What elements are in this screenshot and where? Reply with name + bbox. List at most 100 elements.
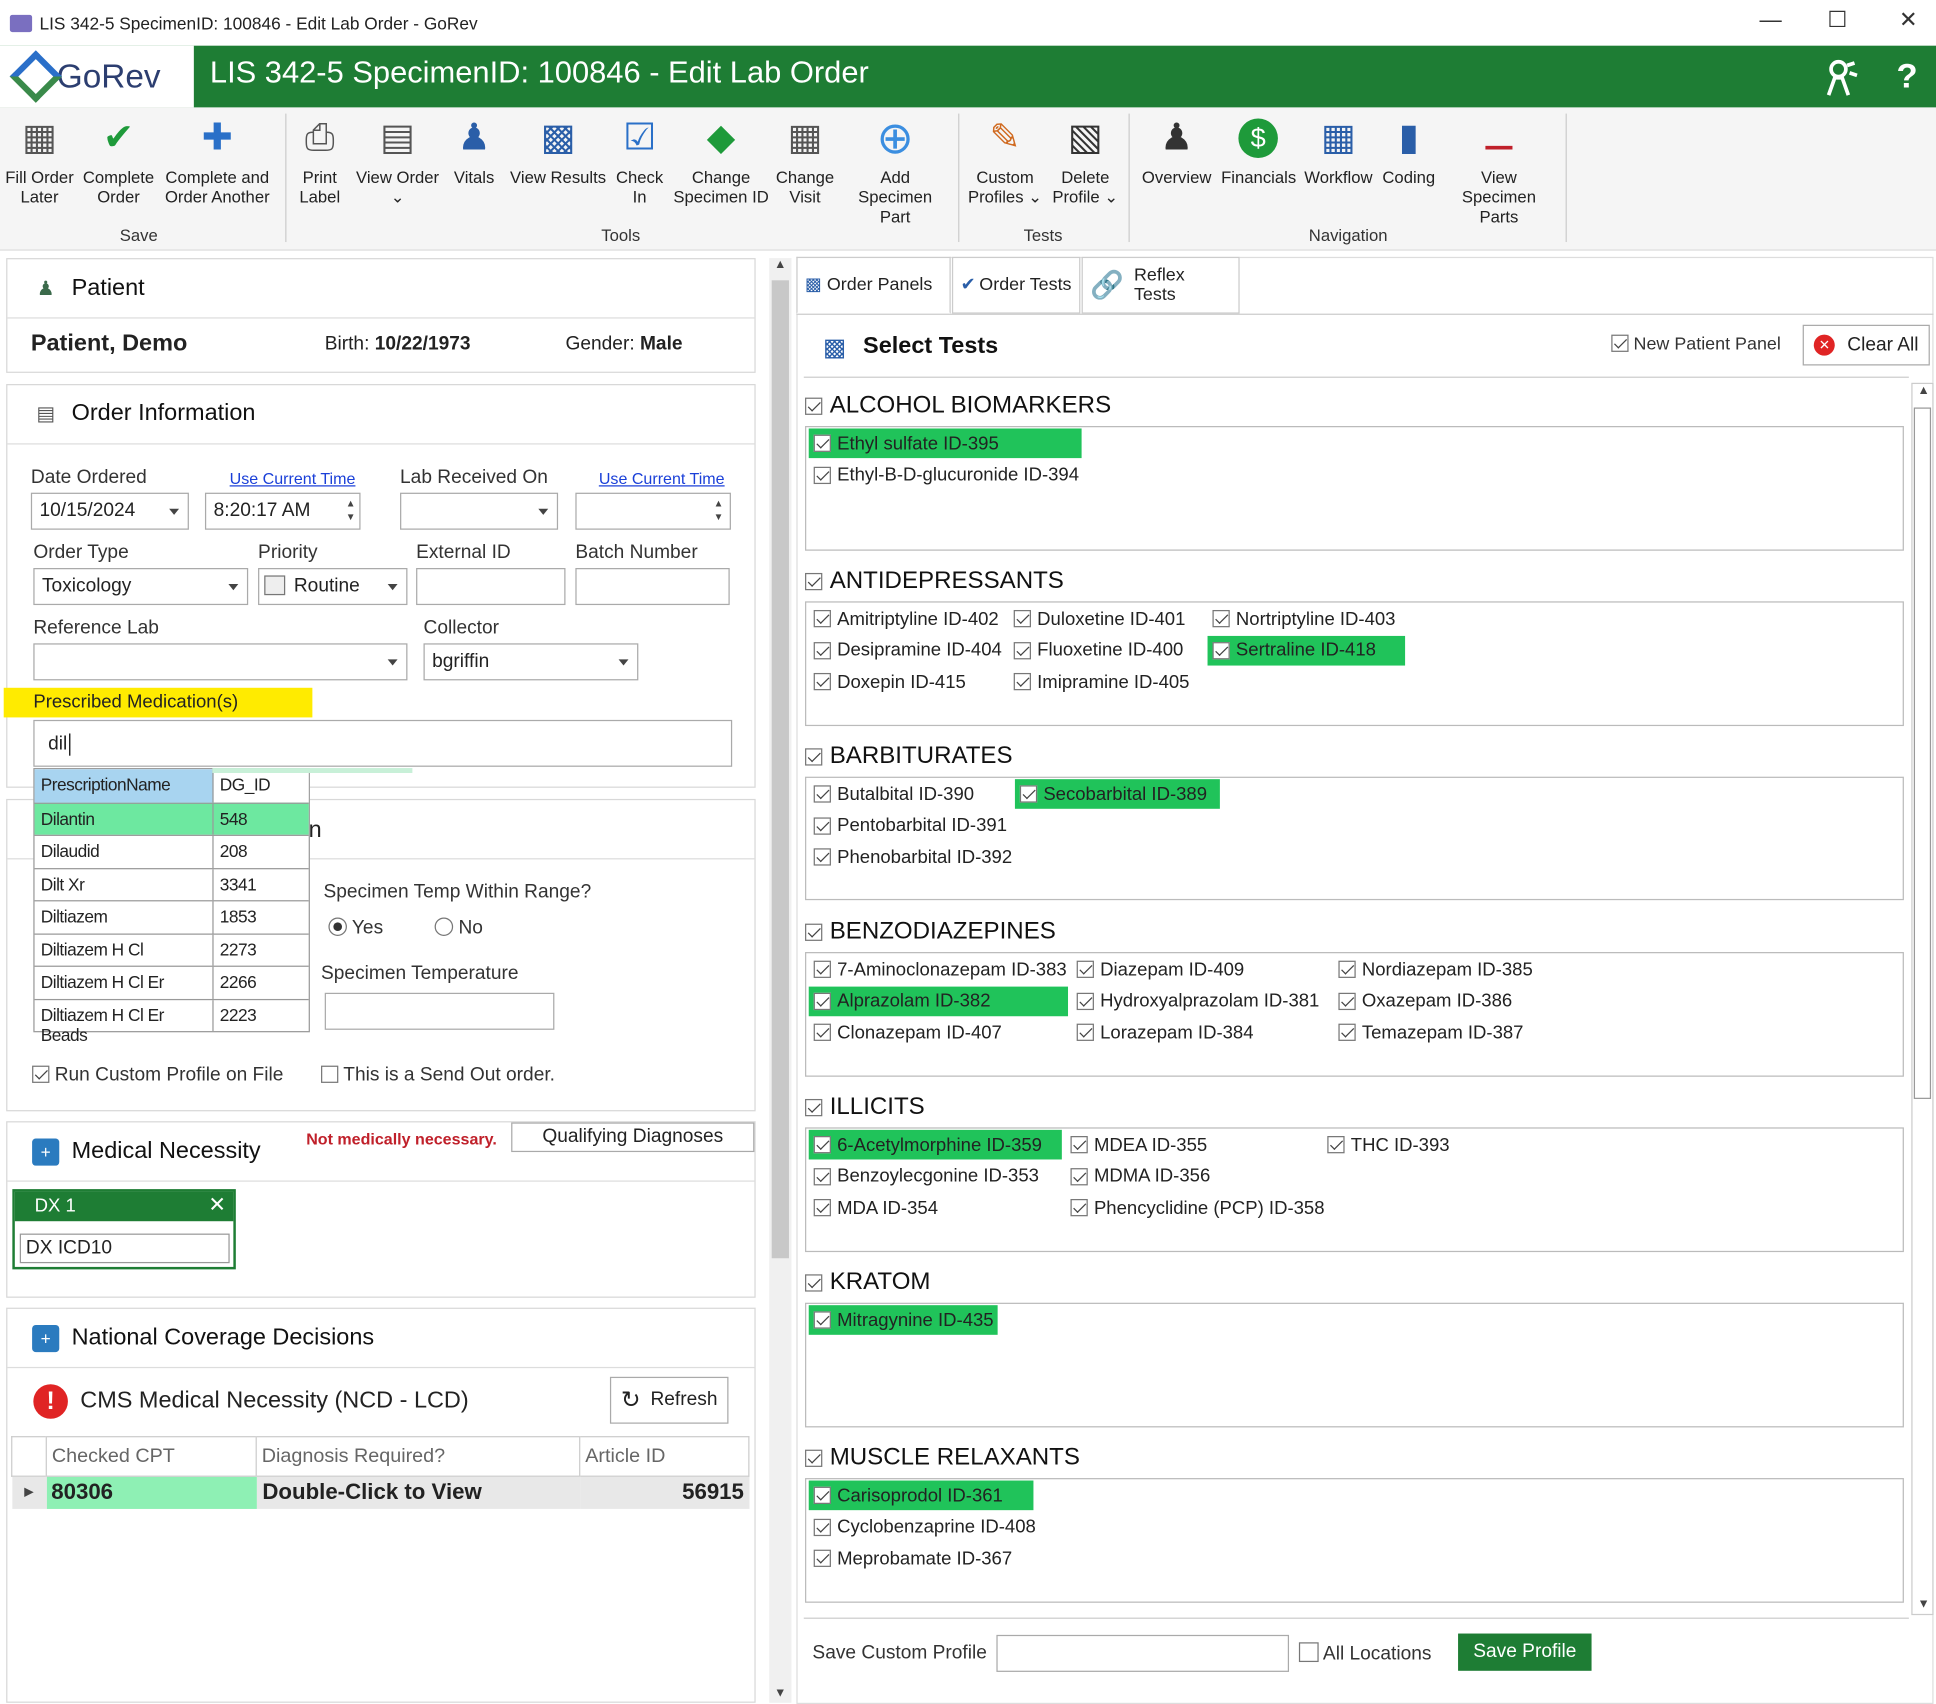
tests-scrollbar[interactable]: ▲ ▼ xyxy=(1911,382,1934,1616)
left-panel-scrollbar[interactable]: ▲ ▼ xyxy=(769,258,792,1703)
reference-lab-select[interactable] xyxy=(33,643,408,681)
test-checkbox[interactable]: Oxazepam ID-386 xyxy=(1333,986,1512,1016)
dx-icd10-input[interactable]: DX ICD10 xyxy=(19,1233,230,1264)
ribbon-button-check-7[interactable]: ☑ Check In xyxy=(614,114,666,208)
use-current-time-link[interactable]: Use Current Time xyxy=(230,469,356,488)
test-checkbox[interactable]: MDEA ID-355 xyxy=(1066,1130,1207,1160)
ribbon-button-complete-and-2[interactable]: ✚ Complete and Order Another xyxy=(162,114,273,208)
time-spinner-icon[interactable]: ▲ ▼ xyxy=(346,496,356,523)
temp-no-radio[interactable]: No xyxy=(434,917,483,939)
lab-received-date-input[interactable] xyxy=(400,492,559,530)
test-checkbox[interactable]: Cyclobenzaprine ID-408 xyxy=(809,1512,1036,1542)
ribbon-button-view-specimen-17[interactable]: ⚊ View Specimen Parts xyxy=(1442,114,1556,228)
test-checkbox[interactable]: Imipramine ID-405 xyxy=(1009,667,1189,697)
test-checkbox[interactable]: Hydroxyalprazolam ID-381 xyxy=(1072,986,1319,1016)
ribbon-button-change-8[interactable]: ◆ Change Specimen ID xyxy=(673,114,769,208)
ribbon-button-delete-12[interactable]: ▧ Delete Profile ⌄ xyxy=(1052,114,1119,208)
test-checkbox[interactable]: Lorazepam ID-384 xyxy=(1072,1018,1254,1048)
help-icon[interactable]: ? xyxy=(1896,57,1917,97)
test-checkbox[interactable]: THC ID-393 xyxy=(1322,1130,1450,1160)
ribbon-button-vitals-5[interactable]: ♟ Vitals xyxy=(449,114,498,188)
table-row[interactable]: ▶ 80306 Double-Click to View 56915 xyxy=(11,1476,749,1509)
send-out-order-checkbox[interactable]: This is a Send Out order. xyxy=(321,1064,555,1086)
test-checkbox[interactable]: Duloxetine ID-401 xyxy=(1009,604,1185,634)
test-checkbox[interactable]: 7-Aminoclonazepam ID-383 xyxy=(809,955,1067,985)
collector-select[interactable]: bgriffin xyxy=(423,643,639,681)
users-icon[interactable] xyxy=(1825,58,1860,98)
ribbon-button-custom-11[interactable]: ✎ Custom Profiles ⌄ xyxy=(967,114,1044,208)
ribbon-button-financials-14[interactable]: $ Financials xyxy=(1221,114,1296,188)
ribbon-button-print-3[interactable]: ⎙ Print Label xyxy=(294,114,346,208)
test-group-header[interactable]: ANTIDEPRESSANTS xyxy=(805,567,1064,595)
test-checkbox[interactable]: Sertraline ID-418 xyxy=(1207,635,1406,666)
external-id-input[interactable] xyxy=(416,568,566,606)
ribbon-button-add-specimen-10[interactable]: ⊕ Add Specimen Part xyxy=(842,114,948,228)
time-spinner-icon-2[interactable]: ▲ ▼ xyxy=(714,496,724,523)
test-checkbox[interactable]: Diazepam ID-409 xyxy=(1072,955,1244,985)
test-checkbox[interactable]: Doxepin ID-415 xyxy=(809,667,966,697)
save-profile-button[interactable]: Save Profile xyxy=(1458,1633,1592,1671)
test-checkbox[interactable]: Benzoylecgonine ID-353 xyxy=(809,1161,1039,1191)
minimize-button[interactable]: — xyxy=(1759,7,1781,33)
test-group-header[interactable]: KRATOM xyxy=(805,1268,931,1296)
date-ordered-input[interactable]: 10/15/2024 xyxy=(30,492,189,530)
batch-number-input[interactable] xyxy=(575,568,730,606)
autocomplete-option[interactable]: Diltiazem H Cl Er 2266 xyxy=(34,965,309,999)
specimen-temperature-input[interactable] xyxy=(324,992,555,1030)
lab-received-time-input[interactable] xyxy=(575,492,731,530)
test-checkbox[interactable]: Desipramine ID-404 xyxy=(809,635,1002,665)
ribbon-button-overview-13[interactable]: ♟ Overview xyxy=(1137,114,1216,188)
autocomplete-option[interactable]: Dilt Xr 3341 xyxy=(34,867,309,901)
autocomplete-option[interactable]: Diltiazem H Cl 2273 xyxy=(34,932,309,966)
ribbon-button-view-results-6[interactable]: ▩ View Results xyxy=(509,114,608,188)
clear-all-button[interactable]: ✕ Clear All xyxy=(1802,324,1930,366)
new-patient-panel-checkbox[interactable]: New Patient Panel xyxy=(1611,334,1781,354)
test-checkbox[interactable]: Amitriptyline ID-402 xyxy=(809,604,999,634)
test-checkbox[interactable]: Pentobarbital ID-391 xyxy=(809,811,1007,841)
time-ordered-input[interactable]: 8:20:17 AM xyxy=(204,492,361,530)
all-locations-checkbox[interactable]: All Locations xyxy=(1298,1642,1431,1665)
refresh-button[interactable]: ↻ Refresh xyxy=(609,1376,729,1424)
test-checkbox[interactable]: Fluoxetine ID-400 xyxy=(1009,635,1183,665)
test-group-header[interactable]: MUSCLE RELAXANTS xyxy=(805,1443,1080,1471)
test-checkbox[interactable]: Carisoprodol ID-361 xyxy=(808,1480,1034,1511)
test-group-header[interactable]: ALCOHOL BIOMARKERS xyxy=(805,391,1111,419)
test-checkbox[interactable]: Secobarbital ID-389 xyxy=(1014,779,1220,809)
temp-yes-radio[interactable]: Yes xyxy=(328,917,383,939)
medication-autocomplete-dropdown[interactable]: PrescriptionName DG_ID Dilantin 548 Dilaud… xyxy=(33,768,310,1044)
dx-close-icon[interactable]: ✕ xyxy=(208,1193,226,1218)
test-checkbox[interactable]: Butalbital ID-390 xyxy=(809,779,974,809)
test-checkbox[interactable]: MDA ID-354 xyxy=(809,1193,938,1223)
test-checkbox[interactable]: Meprobamate ID-367 xyxy=(809,1544,1012,1574)
test-checkbox[interactable]: Phenobarbital ID-392 xyxy=(809,842,1012,872)
test-checkbox[interactable]: Nortriptyline ID-403 xyxy=(1208,604,1395,634)
test-group-header[interactable]: BENZODIAZEPINES xyxy=(805,917,1056,945)
ribbon-button-workflow-15[interactable]: ▦ Workflow xyxy=(1300,114,1377,188)
tab-order-tests[interactable]: ✔ Order Tests xyxy=(951,256,1081,314)
ribbon-button-change-9[interactable]: ▦ Change Visit xyxy=(774,114,836,208)
test-checkbox[interactable]: Phencyclidine (PCP) ID-358 xyxy=(1066,1193,1325,1223)
autocomplete-option[interactable]: Diltiazem 1853 xyxy=(34,900,309,933)
autocomplete-option[interactable]: Diltiazem H Cl Er Beads 2223 xyxy=(34,998,309,1044)
test-checkbox[interactable]: 6-Acetylmorphine ID-359 xyxy=(808,1129,1062,1160)
test-group-header[interactable]: BARBITURATES xyxy=(805,742,1013,770)
test-checkbox[interactable]: MDMA ID-356 xyxy=(1066,1161,1210,1191)
ribbon-button-fill-order-0[interactable]: ▦ Fill Order Later xyxy=(4,114,76,208)
test-checkbox[interactable]: Clonazepam ID-407 xyxy=(809,1018,1002,1048)
maximize-button[interactable]: ☐ xyxy=(1827,7,1847,33)
test-checkbox[interactable]: Temazepam ID-387 xyxy=(1333,1018,1524,1048)
test-checkbox[interactable]: Ethyl sulfate ID-395 xyxy=(808,428,1082,459)
autocomplete-option[interactable]: Dilaudid 208 xyxy=(34,834,309,868)
custom-profile-name-input[interactable] xyxy=(996,1634,1290,1672)
use-current-time-link-2[interactable]: Use Current Time xyxy=(599,469,725,488)
tab-reflex-tests[interactable]: 🔗 Reflex Tests xyxy=(1081,256,1240,314)
autocomplete-option[interactable]: Dilantin 548 xyxy=(34,802,309,835)
test-checkbox[interactable]: Ethyl-B-D-glucuronide ID-394 xyxy=(809,460,1079,490)
ribbon-button-coding-16[interactable]: ▮ Coding xyxy=(1380,114,1437,188)
qualifying-diagnoses-button[interactable]: Qualifying Diagnoses xyxy=(511,1122,755,1153)
ribbon-button-complete-1[interactable]: ✔ Complete Order xyxy=(81,114,155,208)
order-type-select[interactable]: Toxicology xyxy=(33,568,249,606)
run-custom-profile-checkbox[interactable]: Run Custom Profile on File xyxy=(32,1064,283,1086)
prescribed-medication-input[interactable]: dil xyxy=(33,719,733,767)
test-group-header[interactable]: ILLICITS xyxy=(805,1093,925,1121)
